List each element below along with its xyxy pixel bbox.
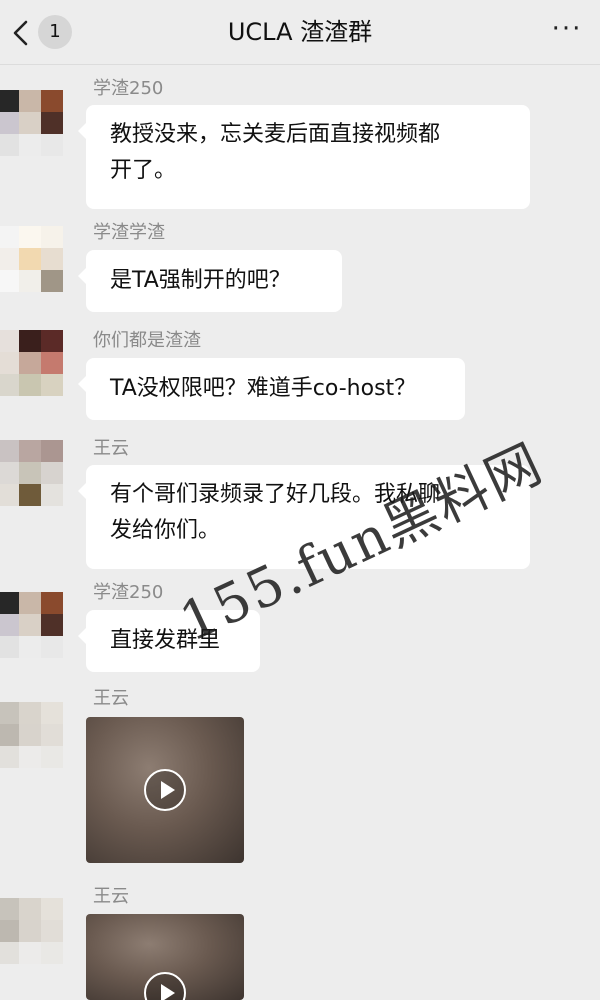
sender-name: 学渣250 (93, 78, 164, 99)
video-thumbnail[interactable] (86, 914, 244, 1000)
play-icon[interactable] (144, 972, 186, 1000)
video-thumbnail[interactable] (86, 717, 244, 863)
message-text-line: 是TA强制开的吧？ (110, 268, 291, 293)
avatar[interactable] (0, 592, 63, 658)
message-text-line: 发给你们。 (110, 518, 221, 543)
message-bubble[interactable]: 教授没来，忘关麦后面直接视频都 开了。 (78, 105, 530, 209)
avatar[interactable] (0, 226, 63, 292)
chat-title: UCLA 渣渣群 (227, 18, 373, 46)
message-text-line: 开了。 (110, 158, 177, 183)
sender-name: 你们都是渣渣 (93, 330, 201, 351)
unread-count-badge[interactable]: 1 (38, 15, 72, 49)
avatar[interactable] (0, 898, 63, 964)
play-icon[interactable] (144, 769, 186, 811)
back-chevron-icon[interactable] (8, 18, 34, 48)
message-text-line: 有个哥们录频录了好几段。我私聊 (110, 482, 441, 507)
sender-name: 王云 (93, 688, 129, 709)
sender-name: 学渣250 (93, 582, 164, 603)
sender-name: 学渣学渣 (93, 222, 165, 243)
message-text-line: TA没权限吧？难道手co-host？ (110, 376, 417, 401)
message-bubble[interactable]: 直接发群里 (78, 610, 260, 672)
chat-header: 1 UCLA 渣渣群 ··· (0, 0, 600, 65)
sender-name: 王云 (93, 886, 129, 907)
avatar[interactable] (0, 440, 63, 506)
more-options-icon[interactable]: ··· (550, 16, 584, 46)
message-bubble[interactable]: 是TA强制开的吧？ (78, 250, 342, 312)
avatar[interactable] (0, 90, 63, 156)
message-text-line: 教授没来，忘关麦后面直接视频都 (110, 122, 441, 147)
message-text-line: 直接发群里 (110, 628, 221, 653)
avatar[interactable] (0, 330, 63, 396)
message-bubble[interactable]: 有个哥们录频录了好几段。我私聊 发给你们。 (78, 465, 530, 569)
avatar[interactable] (0, 702, 63, 768)
message-bubble[interactable]: TA没权限吧？难道手co-host？ (78, 358, 465, 420)
sender-name: 王云 (93, 438, 129, 459)
